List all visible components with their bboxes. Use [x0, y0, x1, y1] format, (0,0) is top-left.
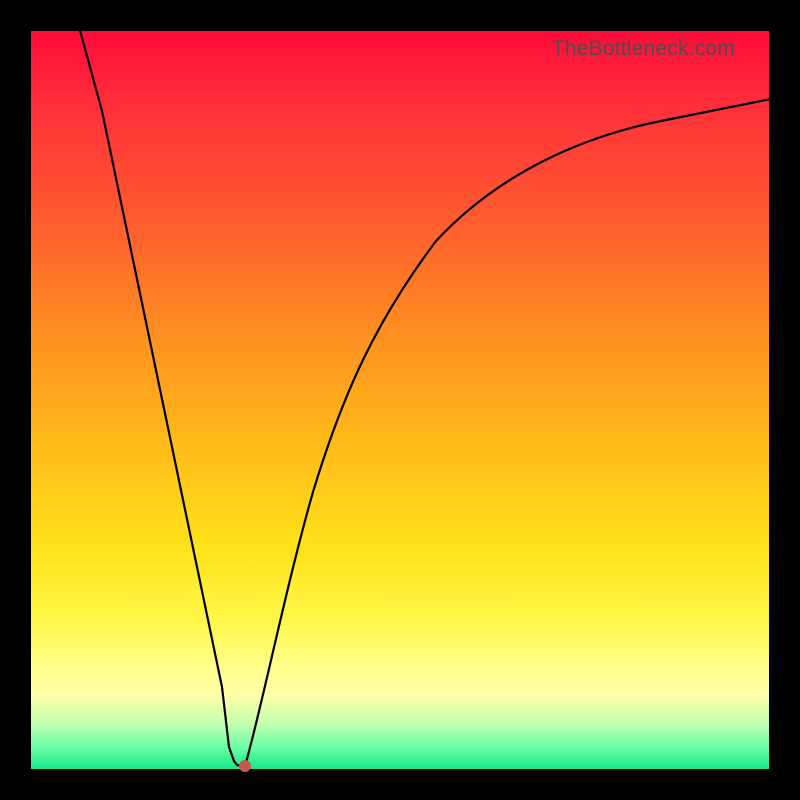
minimum-marker	[239, 760, 251, 772]
curve-left-branch	[72, 1, 245, 766]
bottleneck-curve	[31, 31, 769, 769]
chart-frame: TheBottleneck.com	[0, 0, 800, 800]
plot-area: TheBottleneck.com	[31, 31, 769, 769]
curve-right-branch	[245, 99, 771, 766]
